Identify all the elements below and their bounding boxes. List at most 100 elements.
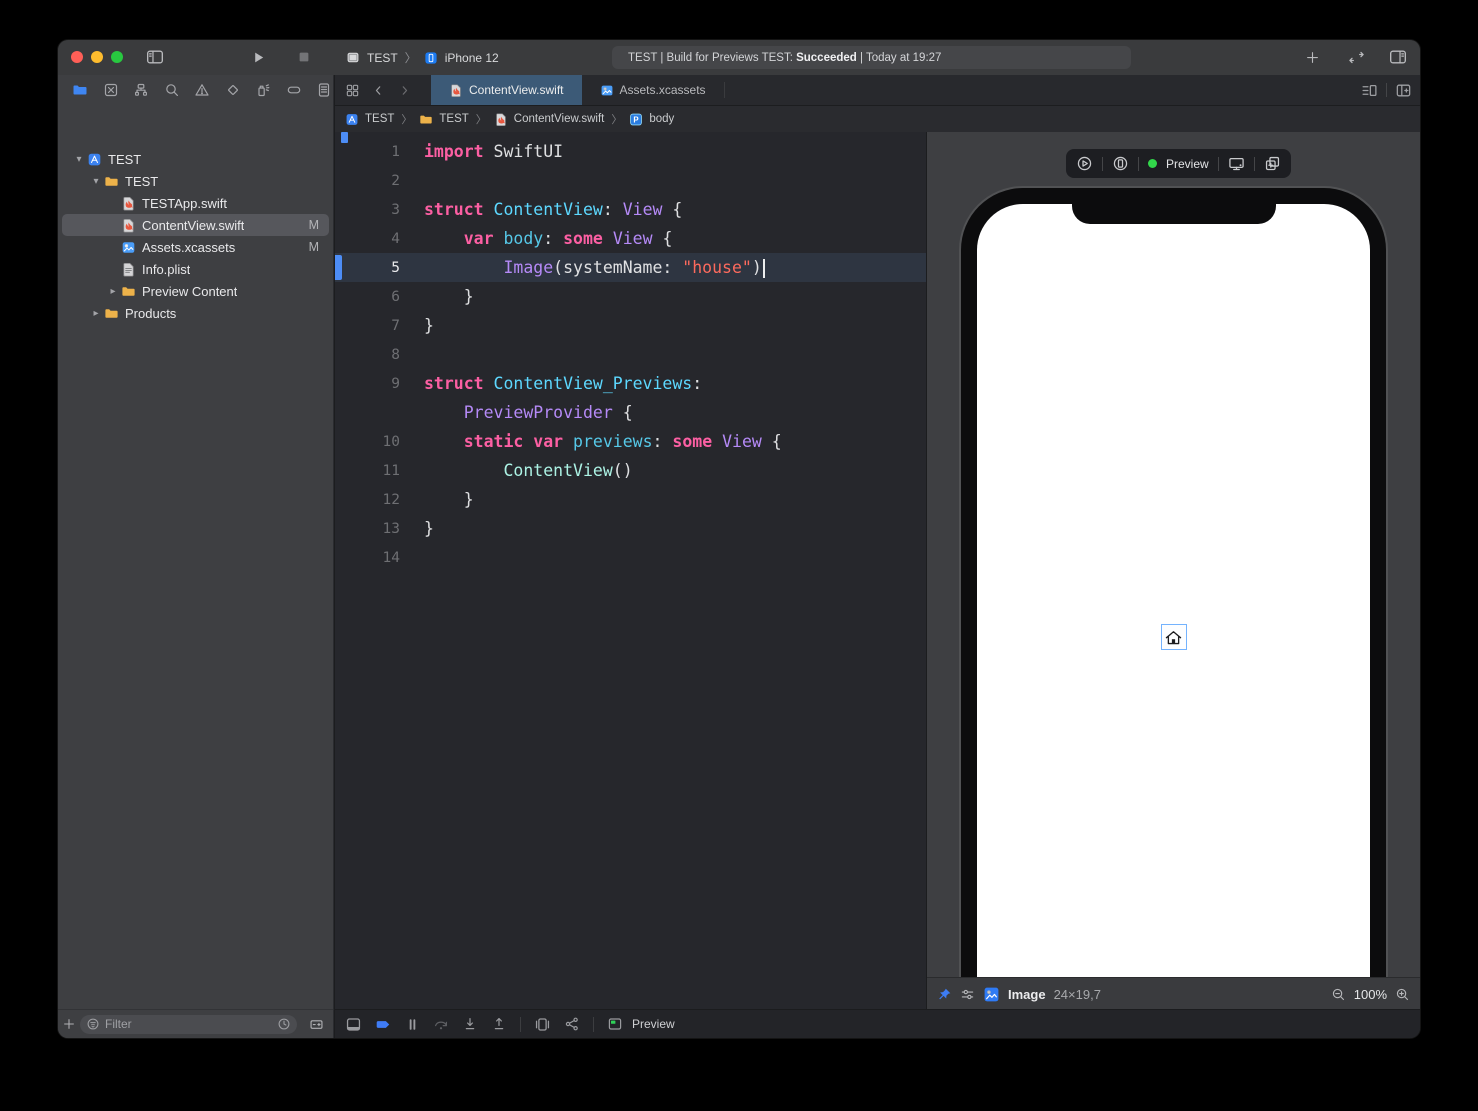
report-navigator[interactable] (315, 81, 333, 99)
step-over-icon[interactable] (433, 1016, 449, 1032)
minimize-button[interactable] (91, 51, 103, 63)
zoom-in-icon[interactable] (1395, 987, 1410, 1002)
recent-files-icon[interactable] (277, 1017, 291, 1031)
code-line[interactable]: 9 struct ContentView_Previews: (335, 369, 926, 398)
line-number: 9 (335, 376, 400, 392)
code-line[interactable]: 7 } (335, 311, 926, 340)
symbol-navigator[interactable] (132, 81, 150, 99)
preview-canvas: Preview (927, 132, 1420, 1010)
memory-graph-icon[interactable] (564, 1016, 580, 1032)
tab-overview-icon[interactable] (339, 75, 365, 105)
code-line[interactable]: 3 struct ContentView: View { (335, 195, 926, 224)
scheme-selector[interactable]: TEST 〉 iPhone 12 (346, 40, 499, 75)
tab-assets-xcassets[interactable]: Assets.xcassets (582, 75, 724, 105)
stop-button[interactable] (292, 46, 316, 68)
swiftFile-icon (120, 217, 136, 233)
folderGold-icon (103, 173, 119, 189)
app-window-icon (346, 51, 360, 65)
duplicate-preview-icon[interactable] (1264, 155, 1281, 172)
code-line[interactable]: 4 var body: some View { (335, 224, 926, 253)
jump-bar[interactable]: TEST〉 TEST〉 ContentView.swift〉 P body (335, 106, 1420, 133)
zoom-button[interactable] (111, 51, 123, 63)
code-line[interactable]: 5 Image(systemName: "house") (335, 253, 926, 282)
chevron-right-icon: 〉 (611, 111, 622, 127)
issue-navigator[interactable] (193, 81, 211, 99)
add-item-icon[interactable] (58, 1017, 80, 1031)
tree-item-label: Info.plist (142, 262, 190, 277)
pbadge-icon: P (629, 112, 643, 126)
selected-image-view[interactable] (1161, 624, 1187, 650)
code-line[interactable]: 10 static var previews: some View { (335, 427, 926, 456)
source-editor[interactable]: 1 import SwiftUI 2 3 struct ContentView:… (335, 132, 926, 1010)
add-editor-icon[interactable] (1395, 82, 1412, 99)
disclosure-icon[interactable]: ▾ (72, 154, 86, 165)
debug-navigator[interactable] (254, 81, 272, 99)
live-preview-icon[interactable] (1076, 155, 1093, 172)
tree-item-contentview-swift[interactable]: ContentView.swift M (62, 214, 329, 236)
tab-contentview-swift[interactable]: ContentView.swift (431, 75, 582, 105)
project-icon (86, 151, 102, 167)
code-line[interactable]: 1 import SwiftUI (335, 137, 926, 166)
debug-area-toggle-icon[interactable] (345, 1016, 362, 1033)
back-icon[interactable] (365, 75, 391, 105)
tree-item-products[interactable]: ▸ Products (62, 302, 329, 324)
step-into-icon[interactable] (462, 1016, 478, 1032)
preview-on-device-icon[interactable] (1228, 155, 1245, 172)
code-line-wrap[interactable]: PreviewProvider { (335, 398, 926, 427)
code-line[interactable]: 11 ContentView() (335, 456, 926, 485)
breadcrumb-item[interactable]: TEST (439, 113, 468, 125)
status-badge: M (309, 240, 319, 254)
code-line[interactable]: 13 } (335, 514, 926, 543)
tree-item-preview-content[interactable]: ▸ Preview Content (62, 280, 329, 302)
line-number: 10 (335, 434, 400, 450)
view-hierarchy-icon[interactable] (534, 1016, 551, 1033)
breadcrumb-item[interactable]: body (649, 113, 674, 125)
find-navigator[interactable] (163, 81, 181, 99)
pin-preview-icon[interactable] (937, 987, 952, 1002)
breakpoint-navigator[interactable] (285, 81, 303, 99)
close-button[interactable] (71, 51, 83, 63)
tree-item-info-plist[interactable]: Info.plist (62, 258, 329, 280)
source-control-filter-icon[interactable] (305, 1017, 327, 1032)
folderGold-icon (120, 283, 136, 299)
forward-icon[interactable] (391, 75, 417, 105)
line-number: 11 (335, 463, 400, 479)
iphone-screen[interactable] (977, 204, 1370, 978)
breakpoints-toggle-icon[interactable] (375, 1016, 392, 1033)
disclosure-icon[interactable]: ▾ (89, 176, 103, 187)
toggle-sidebar-icon[interactable] (143, 46, 167, 68)
code-line[interactable]: 8 (335, 340, 926, 369)
source-control-navigator[interactable] (102, 81, 120, 99)
inspector-toggle-icon[interactable] (1386, 46, 1410, 68)
preview-settings-icon[interactable] (960, 987, 975, 1002)
library-add-icon[interactable] (1300, 46, 1324, 68)
code-line[interactable]: 14 (335, 543, 926, 572)
disclosure-icon[interactable]: ▸ (89, 308, 103, 319)
project-navigator[interactable] (71, 81, 89, 99)
assets-icon (120, 239, 136, 255)
navigator-tab-strip (58, 75, 333, 105)
filter-field[interactable]: Filter (80, 1015, 297, 1034)
code-line[interactable]: 12 } (335, 485, 926, 514)
tree-item-assets-xcassets[interactable]: Assets.xcassets M (62, 236, 329, 258)
tree-item-test[interactable]: ▾ TEST (62, 170, 329, 192)
line-number: 3 (335, 202, 400, 218)
run-button[interactable] (246, 46, 270, 68)
code-line[interactable]: 6 } (335, 282, 926, 311)
breadcrumb-item[interactable]: TEST (365, 113, 394, 125)
step-out-icon[interactable] (491, 1016, 507, 1032)
breadcrumb-item[interactable]: ContentView.swift (514, 113, 605, 125)
preview-device-icon[interactable] (1112, 155, 1129, 172)
tree-item-test[interactable]: ▾ TEST (62, 148, 329, 170)
tree-item-testapp-swift[interactable]: TESTApp.swift (62, 192, 329, 214)
zoom-out-icon[interactable] (1331, 987, 1346, 1002)
disclosure-icon[interactable]: ▸ (106, 286, 120, 297)
code-line[interactable]: 2 (335, 166, 926, 195)
filter-options-icon[interactable] (86, 1017, 100, 1031)
editor-options-icon[interactable] (1361, 82, 1378, 99)
test-navigator[interactable] (224, 81, 242, 99)
pause-icon[interactable] (405, 1017, 420, 1032)
project-icon (345, 112, 359, 126)
editor-options (1361, 75, 1412, 105)
code-review-icon[interactable] (1344, 46, 1368, 68)
